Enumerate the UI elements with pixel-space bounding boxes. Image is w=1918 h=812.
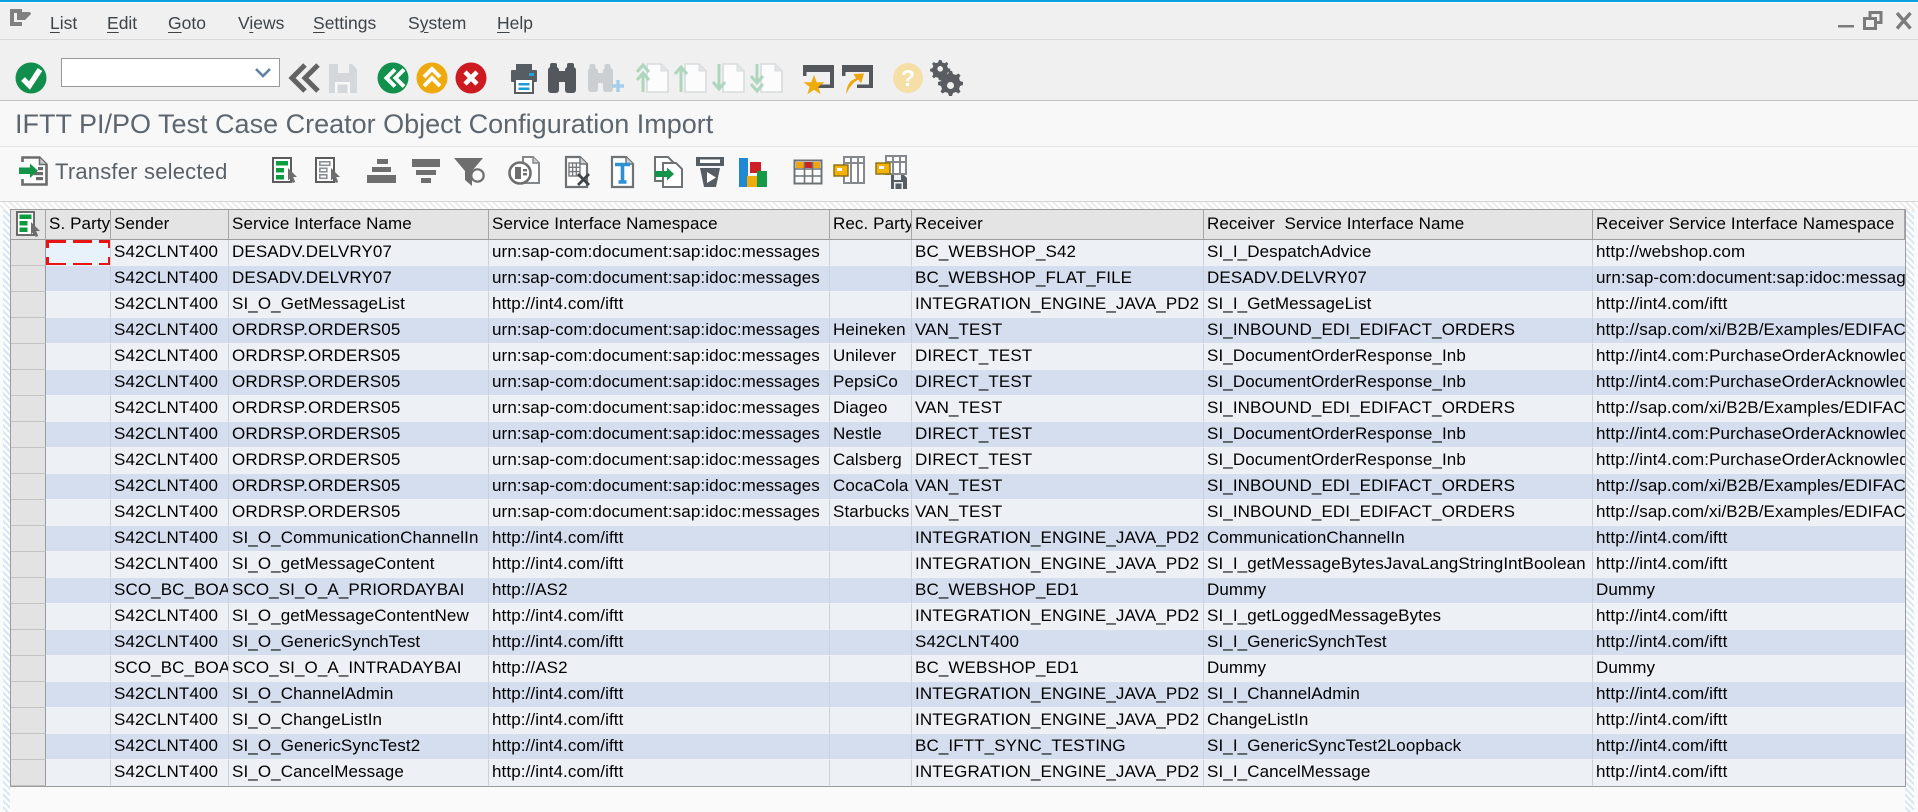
svg-text:?: ? (901, 65, 915, 91)
